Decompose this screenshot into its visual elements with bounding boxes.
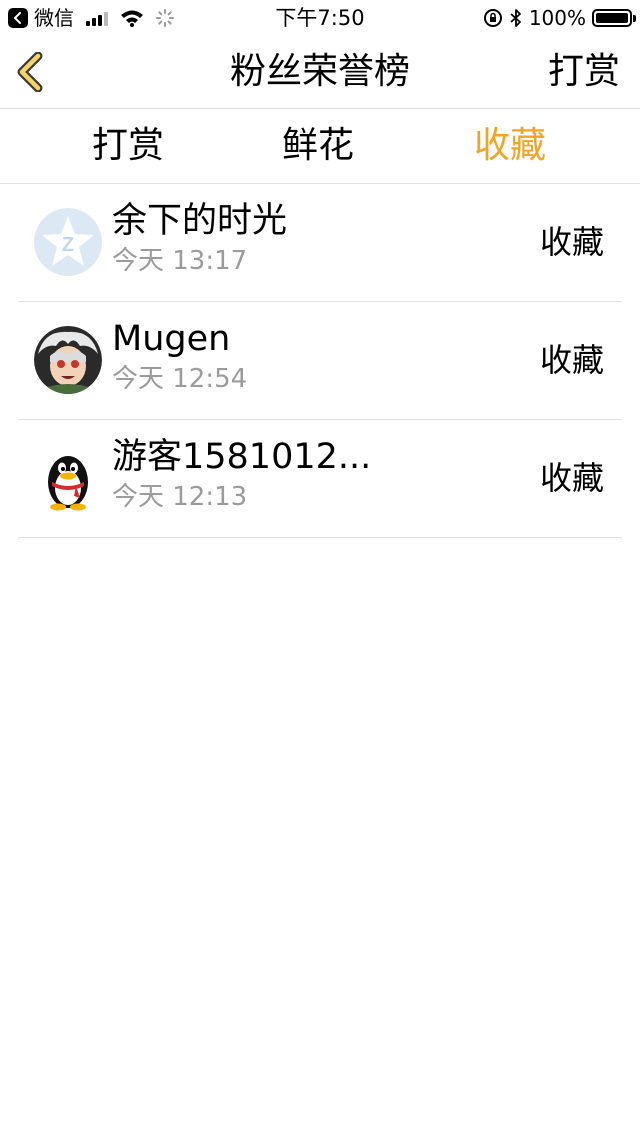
action-time: 今天 13:17 xyxy=(112,246,248,276)
status-bar: 微信 下午7:50 100% xyxy=(0,0,640,36)
orientation-lock-icon xyxy=(483,9,502,27)
bluetooth-icon xyxy=(510,9,521,27)
battery-icon xyxy=(592,9,636,27)
anime-character-avatar xyxy=(34,326,102,394)
user-name: Mugen xyxy=(112,319,231,359)
fan-list: Z 余下的时光 今天 13:17 收藏 Mugen 今天 12:54 收藏 游客… xyxy=(18,184,622,538)
svg-text:Z: Z xyxy=(62,234,74,256)
tab-flowers[interactable]: 鲜花 xyxy=(228,109,408,183)
qzone-star-avatar: Z xyxy=(34,208,102,276)
list-item[interactable]: Mugen 今天 12:54 收藏 xyxy=(18,302,622,420)
action-time: 今天 12:54 xyxy=(112,364,248,394)
reward-button[interactable]: 打赏 xyxy=(548,36,620,108)
tab-favorites[interactable]: 收藏 xyxy=(420,109,600,183)
screen: 微信 下午7:50 100% 粉丝荣誉榜 打赏 打赏 鲜花 收藏 Z 余下的时光… xyxy=(0,0,640,1139)
page-title: 粉丝荣誉榜 xyxy=(229,51,410,92)
list-item[interactable]: 游客1581012... 今天 12:13 收藏 xyxy=(18,420,622,538)
action-time: 今天 12:13 xyxy=(112,482,248,512)
status-right: 100% xyxy=(483,0,636,36)
action-label: 收藏 xyxy=(539,459,604,497)
qq-penguin-avatar xyxy=(34,444,102,512)
user-name: 余下的时光 xyxy=(112,201,288,241)
tab-reward[interactable]: 打赏 xyxy=(38,109,218,183)
list-item[interactable]: Z 余下的时光 今天 13:17 收藏 xyxy=(18,184,622,302)
battery-cap xyxy=(633,15,636,22)
action-label: 收藏 xyxy=(539,223,604,261)
nav-bar: 粉丝荣誉榜 打赏 xyxy=(0,36,640,109)
action-label: 收藏 xyxy=(539,341,604,379)
user-name: 游客1581012... xyxy=(112,437,372,477)
battery-percent: 100% xyxy=(528,6,586,30)
tab-bar: 打赏 鲜花 收藏 xyxy=(0,109,640,184)
battery-fill xyxy=(596,13,628,23)
